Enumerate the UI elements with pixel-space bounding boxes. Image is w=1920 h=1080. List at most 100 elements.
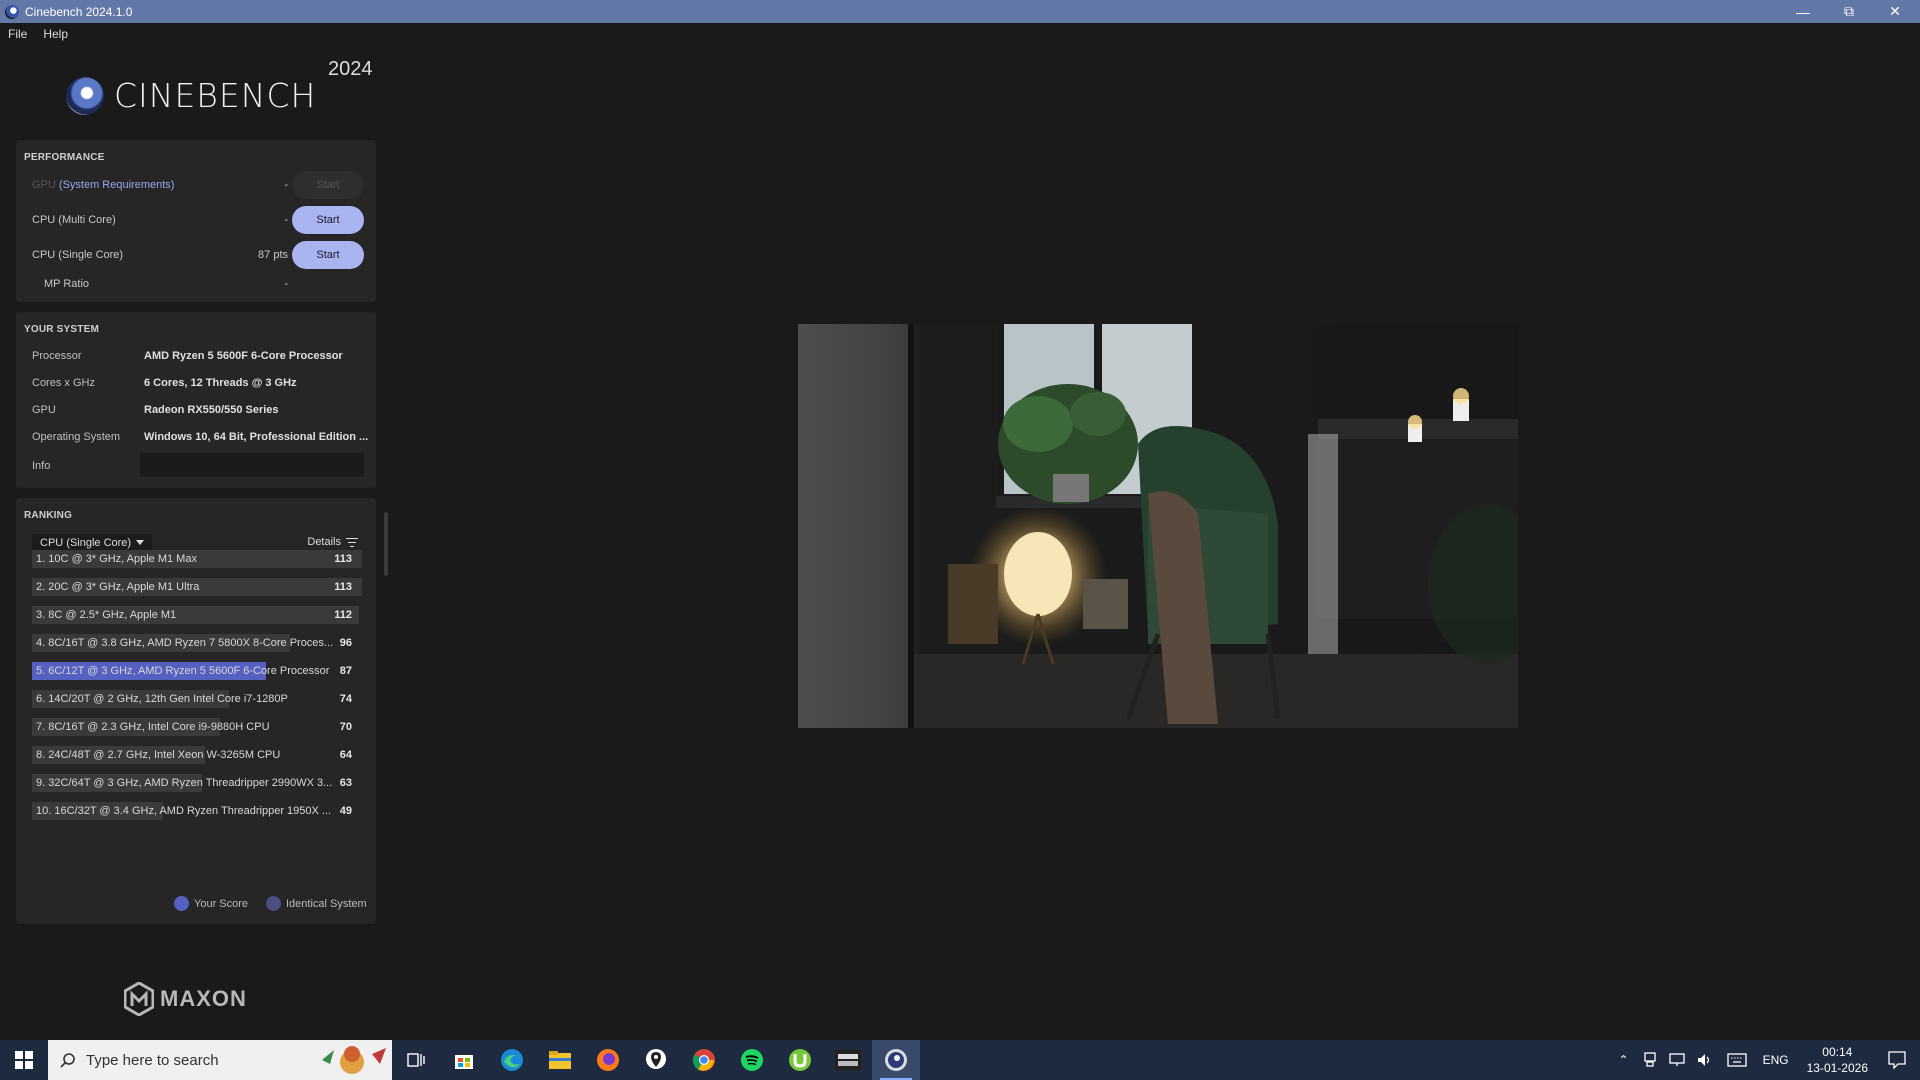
- cores-key: Cores x GHz: [32, 377, 95, 389]
- system-row-processor: Processor AMD Ryzen 5 5600F 6-Core Proce…: [16, 345, 376, 367]
- ranking-score: 63: [339, 777, 352, 789]
- taskbar-utorrent[interactable]: [776, 1040, 824, 1080]
- taskbar-sniper-elite[interactable]: [824, 1040, 872, 1080]
- ranking-score: 87: [339, 665, 352, 677]
- cpu-single-label: CPU (Single Core): [32, 249, 124, 261]
- perf-row-cpu-single: CPU (Single Core) 87 pts Start: [16, 241, 376, 269]
- gpu-start-button[interactable]: Start: [292, 171, 364, 199]
- task-view-button[interactable]: [392, 1040, 440, 1080]
- system-tray: ⌃ ENG 00:14 13-01-2026: [1611, 1040, 1920, 1080]
- details-label: Details: [307, 536, 341, 548]
- ranking-row[interactable]: 10. 16C/32T @ 3.4 GHz, AMD Ryzen Threadr…: [32, 802, 362, 820]
- legend-your-score-label: Your Score: [194, 897, 249, 910]
- taskbar: Type here to search ⌃ ENG 00:14 13-01-20…: [0, 1040, 1920, 1080]
- firefox-icon: [597, 1049, 619, 1071]
- info-key: Info: [32, 460, 51, 472]
- close-button[interactable]: ✕: [1872, 0, 1918, 23]
- chevron-down-icon: [136, 540, 144, 545]
- gpu-label-text: GPU: [32, 179, 56, 191]
- taskbar-search-box[interactable]: Type here to search: [48, 1040, 392, 1080]
- gpu-score: -: [284, 179, 288, 191]
- maps-pin-icon: [646, 1049, 666, 1069]
- start-button[interactable]: [0, 1040, 48, 1080]
- network-icon[interactable]: [1668, 1053, 1685, 1067]
- cpu-single-start-button[interactable]: Start: [292, 241, 364, 269]
- minimize-button[interactable]: —: [1780, 0, 1826, 23]
- taskbar-chrome[interactable]: [680, 1040, 728, 1080]
- taskbar-store[interactable]: [440, 1040, 488, 1080]
- processor-value: AMD Ryzen 5 5600F 6-Core Processor: [144, 350, 343, 362]
- cpu-multi-score: -: [284, 214, 288, 226]
- title-bar: Cinebench 2024.1.0 — ⧉ ✕: [0, 0, 1920, 23]
- cpu-single-score: 87 pts: [258, 249, 288, 261]
- ranking-row[interactable]: 6. 14C/20T @ 2 GHz, 12th Gen Intel Core …: [32, 690, 362, 708]
- your-score-dot: [174, 896, 189, 911]
- system-requirements-link[interactable]: (System Requirements): [59, 179, 175, 191]
- ranking-score: 96: [339, 637, 352, 649]
- window-title: Cinebench 2024.1.0: [25, 4, 133, 19]
- spotify-icon: [741, 1049, 763, 1071]
- ranking-row[interactable]: 1. 10C @ 3* GHz, Apple M1 Max 113: [32, 550, 362, 568]
- taskbar-spotify[interactable]: [728, 1040, 776, 1080]
- logo-year: 2024: [328, 58, 373, 80]
- menu-help[interactable]: Help: [35, 27, 76, 41]
- ranking-row[interactable]: 7. 8C/16T @ 2.3 GHz, Intel Core i9-9880H…: [32, 718, 362, 736]
- perf-row-cpu-multi: CPU (Multi Core) - Start: [16, 206, 376, 234]
- task-view-icon: [407, 1053, 425, 1067]
- windows-logo-icon: [15, 1051, 33, 1069]
- ranking-row[interactable]: 4. 8C/16T @ 3.8 GHz, AMD Ryzen 7 5800X 8…: [32, 634, 362, 652]
- notifications-icon[interactable]: [1888, 1051, 1906, 1069]
- ranking-cpu-name: 6. 14C/20T @ 2 GHz, 12th Gen Intel Core …: [36, 693, 288, 705]
- cores-value: 6 Cores, 12 Threads @ 3 GHz: [144, 377, 297, 389]
- ranking-cpu-name: 8. 24C/48T @ 2.7 GHz, Intel Xeon W-3265M…: [36, 749, 281, 761]
- restore-button[interactable]: ⧉: [1826, 0, 1872, 23]
- ranking-row-your-score[interactable]: 5. 6C/12T @ 3 GHz, AMD Ryzen 5 5600F 6-C…: [32, 662, 362, 680]
- taskbar-file-explorer[interactable]: [536, 1040, 584, 1080]
- search-highlight-illustration: [322, 1046, 386, 1074]
- ranking-type-value: CPU (Single Core): [40, 537, 132, 549]
- taskbar-cinebench[interactable]: [872, 1040, 920, 1080]
- file-explorer-icon: [549, 1051, 571, 1069]
- details-button[interactable]: Details: [307, 536, 358, 548]
- ranking-row[interactable]: 3. 8C @ 2.5* GHz, Apple M1 112: [32, 606, 362, 624]
- your-system-title: YOUR SYSTEM: [24, 324, 99, 335]
- search-icon: [60, 1053, 75, 1068]
- filter-icon: [346, 537, 358, 547]
- ranking-score: 64: [339, 749, 352, 761]
- taskbar-edge[interactable]: [488, 1040, 536, 1080]
- ranking-score: 113: [334, 553, 352, 565]
- keyboard-icon[interactable]: [1726, 1053, 1747, 1067]
- ranking-row[interactable]: 2. 20C @ 3* GHz, Apple M1 Ultra 113: [32, 578, 362, 596]
- ranking-score: 74: [339, 693, 352, 705]
- maxon-logo-icon: [124, 982, 154, 1016]
- menu-file[interactable]: File: [0, 27, 35, 41]
- ranking-score: 70: [339, 721, 352, 733]
- maxon-logo: MAXON: [124, 982, 247, 1016]
- taskbar-maps[interactable]: [632, 1040, 680, 1080]
- volume-icon[interactable]: [1697, 1053, 1713, 1067]
- ranking-panel: RANKING CPU (Single Core) Details 1. 10C…: [16, 498, 376, 924]
- cinebench-logo-icon: [66, 76, 104, 115]
- utorrent-icon: [789, 1049, 811, 1071]
- ranking-row[interactable]: 9. 32C/64T @ 3 GHz, AMD Ryzen Threadripp…: [32, 774, 362, 792]
- ranking-cpu-name: 2. 20C @ 3* GHz, Apple M1 Ultra: [36, 581, 200, 593]
- clock-date: 13-01-2026: [1806, 1061, 1868, 1075]
- chevron-up-icon[interactable]: ⌃: [1619, 1053, 1629, 1067]
- legend-your-score: Your Score: [174, 896, 248, 911]
- gpu-value: Radeon RX550/550 Series: [144, 404, 279, 416]
- ranking-row[interactable]: 8. 24C/48T @ 2.7 GHz, Intel Xeon W-3265M…: [32, 746, 362, 764]
- ranking-cpu-name: 3. 8C @ 2.5* GHz, Apple M1: [36, 609, 177, 621]
- meet-now-icon[interactable]: [1643, 1052, 1657, 1068]
- perf-row-gpu: GPU (System Requirements) - Start: [16, 171, 376, 199]
- info-field[interactable]: [140, 453, 364, 477]
- cpu-multi-start-button[interactable]: Start: [292, 206, 364, 234]
- clock[interactable]: 00:14 13-01-2026: [1807, 1044, 1868, 1076]
- os-key: Operating System: [32, 431, 121, 443]
- taskbar-firefox[interactable]: [584, 1040, 632, 1080]
- left-panel-scrollbar[interactable]: [384, 512, 388, 576]
- ranking-cpu-name: 4. 8C/16T @ 3.8 GHz, AMD Ryzen 7 5800X 8…: [36, 637, 334, 649]
- perf-row-mp-ratio: MP Ratio -: [16, 270, 376, 298]
- system-row-os: Operating System Windows 10, 64 Bit, Pro…: [16, 426, 376, 448]
- menu-bar: File Help: [0, 23, 1920, 45]
- language-indicator[interactable]: ENG: [1763, 1053, 1789, 1067]
